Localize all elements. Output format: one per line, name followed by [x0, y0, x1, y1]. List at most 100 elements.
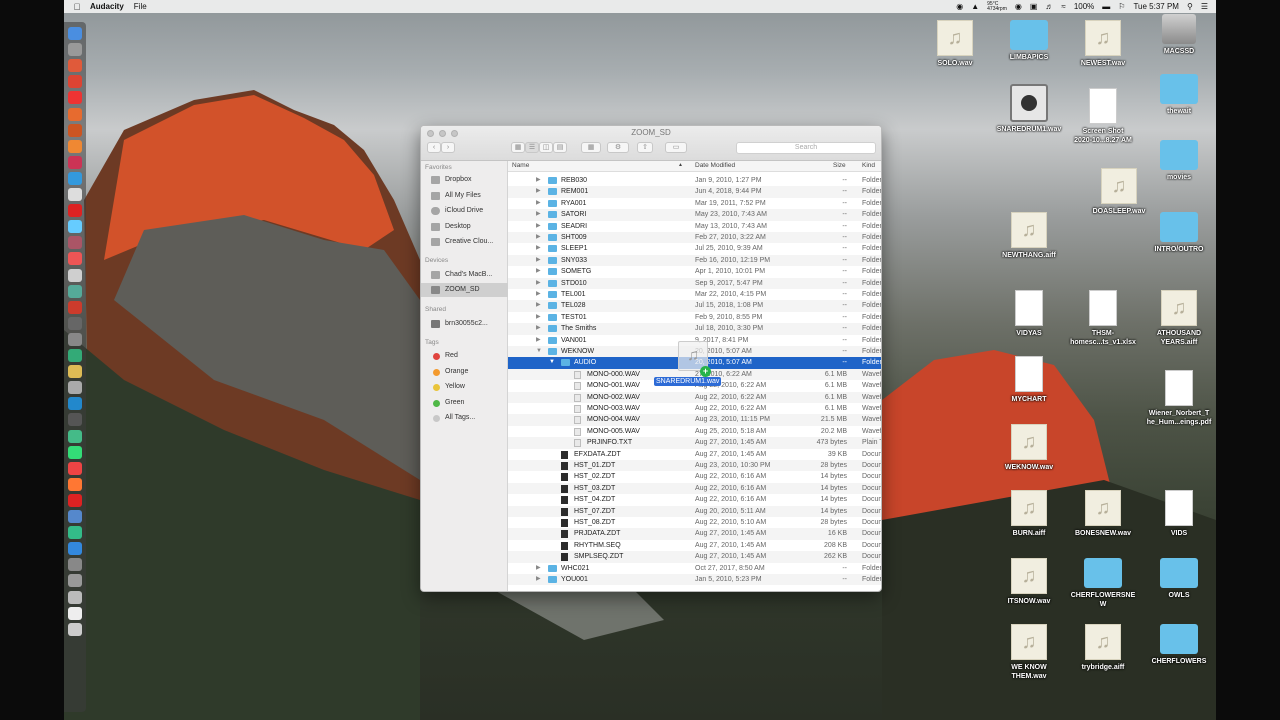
file-row[interactable]: HST_08.ZDT Aug 22, 2010, 5:10 AM 28 bytes D… [508, 517, 881, 528]
disclosure-closed-icon[interactable]: ▶ [536, 186, 541, 197]
clock[interactable]: Tue 5:37 PM [1133, 2, 1179, 11]
desktop-icon-item[interactable]: Wiener_Norbert_T he_Hum...eings.pdf [1134, 370, 1216, 427]
desktop-icon-item[interactable]: ♫ NEWTHANG.aiff [984, 212, 1074, 260]
dock-app-icon[interactable] [68, 526, 82, 540]
dock-app-icon[interactable] [68, 622, 82, 636]
desktop-icon-item[interactable]: ♫ DOASLEEP.wav [1074, 168, 1164, 216]
dock-app-icon[interactable] [68, 284, 82, 298]
file-row[interactable]: ▶ SATORI May 23, 2010, 7:43 AM -- Folder [508, 209, 881, 221]
dock-app-icon[interactable] [68, 493, 82, 507]
disclosure-closed-icon[interactable]: ▶ [536, 289, 541, 300]
app-menu[interactable]: Audacity [90, 2, 124, 11]
dock-app-icon[interactable] [68, 542, 82, 556]
file-row[interactable]: ▶ TEST01 Feb 9, 2010, 8:55 PM -- Folder [508, 312, 881, 323]
wifi-icon[interactable]: ≈ [1061, 2, 1065, 11]
file-row[interactable]: EFXDATA.ZDT Aug 27, 2010, 1:45 AM 39 KB Doc… [508, 449, 881, 460]
disclosure-closed-icon[interactable]: ▶ [536, 255, 541, 266]
file-row[interactable]: ▶ WHC021 Oct 27, 2017, 8:50 AM -- Folder [508, 563, 881, 574]
sidebar-item-dropbox[interactable]: Dropbox [421, 173, 508, 187]
battery-icon[interactable]: ▬ [1102, 2, 1110, 11]
desktop-icon-item[interactable]: MYCHART [984, 356, 1074, 404]
dock-app-icon[interactable] [68, 397, 82, 411]
sidebar-tag-yellow[interactable]: Yellow [421, 380, 508, 394]
file-row[interactable]: PRJINFO.TXT Aug 27, 2010, 1:45 AM 473 byte… [508, 437, 881, 449]
file-row[interactable]: RHYTHM.SEQ Aug 27, 2010, 1:45 AM 208 KB Doc… [508, 540, 881, 551]
disclosure-closed-icon[interactable]: ▶ [536, 221, 541, 232]
column-view-button[interactable]: ◫ [539, 142, 553, 153]
file-row[interactable]: SMPLSEQ.ZDT Aug 27, 2010, 1:45 AM 262 KB Do… [508, 551, 881, 563]
sidebar-item-creative-cloud[interactable]: Creative Clou... [421, 235, 508, 249]
dock-app-icon[interactable] [68, 477, 82, 491]
sidebar-item-shared-printer[interactable]: brn30055c2... [421, 317, 508, 331]
dock-app-icon[interactable] [68, 91, 82, 105]
dock-app-icon[interactable] [68, 43, 82, 57]
file-row[interactable]: ▶ SNY033 Feb 16, 2010, 12:19 PM -- Folder [508, 254, 881, 267]
disclosure-closed-icon[interactable]: ▶ [536, 312, 541, 323]
disclosure-closed-icon[interactable]: ▶ [536, 323, 541, 334]
dock-app-icon[interactable] [68, 413, 82, 427]
dock-app-icon[interactable] [68, 252, 82, 266]
sidebar-tag-orange[interactable]: Orange [421, 365, 508, 379]
dock-app-icon[interactable] [68, 75, 82, 89]
forward-button[interactable]: › [441, 142, 455, 153]
dock-app-icon[interactable] [68, 574, 82, 588]
file-row[interactable]: ▶ REB030 Jan 9, 2010, 1:27 PM -- Folder [508, 175, 881, 186]
file-row[interactable]: HST_03.ZDT Aug 22, 2010, 6:16 AM 14 bytes D… [508, 482, 881, 495]
dock-app-icon[interactable] [68, 606, 82, 620]
search-input[interactable]: Search [736, 142, 876, 154]
disclosure-closed-icon[interactable]: ▶ [536, 278, 541, 289]
dock-app-icon[interactable] [68, 236, 82, 250]
file-row[interactable]: HST_01.ZDT Aug 23, 2010, 10:30 PM 28 bytes… [508, 460, 881, 472]
dock-app-icon[interactable] [68, 461, 82, 475]
notification-center-icon[interactable]: ☰ [1201, 2, 1208, 11]
sidebar-tag-red[interactable]: Red [421, 349, 508, 363]
file-row[interactable]: ▶ The Smiths Jul 18, 2010, 3:30 PM -- Folder [508, 323, 881, 335]
arrange-button[interactable]: ▦ [581, 142, 601, 153]
desktop-icon-item[interactable]: INTRO/OUTRO [1134, 212, 1216, 254]
disclosure-closed-icon[interactable]: ▶ [536, 266, 541, 277]
file-row[interactable]: ▶ SHT009 Feb 27, 2010, 3:22 AM -- Folder [508, 232, 881, 244]
disclosure-closed-icon[interactable]: ▶ [536, 198, 541, 209]
title-bar[interactable]: ZOOM_SD ‹ › ▦ ☰ ◫ ▤ ▦ ⚙ ⇧ ▭ Search [421, 126, 881, 161]
disclosure-closed-icon[interactable]: ▶ [536, 175, 541, 186]
dock-app-icon[interactable] [68, 220, 82, 234]
file-row[interactable]: ▶ REM001 Jun 4, 2018, 9:44 PM -- Folder [508, 186, 881, 198]
dock-app-icon[interactable] [68, 332, 82, 346]
sidebar-item-zoom-sd[interactable]: ZOOM_SD [421, 283, 508, 297]
disclosure-closed-icon[interactable]: ▶ [536, 563, 541, 574]
volume-icon[interactable]: ♬ [1045, 2, 1053, 11]
sidebar-item-all-my-files[interactable]: All My Files [421, 189, 508, 203]
back-button[interactable]: ‹ [427, 142, 441, 153]
dock-app-icon[interactable] [68, 155, 82, 169]
disclosure-closed-icon[interactable]: ▶ [536, 243, 541, 254]
file-row[interactable]: MONO-005.WAV Aug 25, 2010, 5:18 AM 20.2 MB… [508, 426, 881, 437]
dock-app-icon[interactable] [68, 365, 82, 379]
dock-app-icon[interactable] [68, 204, 82, 218]
disclosure-closed-icon[interactable]: ▶ [536, 209, 541, 220]
file-row[interactable]: ▶ SEADRI May 13, 2010, 7:43 AM -- Folder [508, 221, 881, 232]
file-row[interactable]: MONO-004.WAV Aug 23, 2010, 11:15 PM 21.5 M… [508, 414, 881, 426]
disclosure-open-icon[interactable]: ▼ [549, 357, 555, 368]
apple-icon[interactable]:  [64, 2, 90, 12]
file-row[interactable]: ▶ TEL028 Jul 15, 2018, 1:08 PM -- Folder [508, 300, 881, 312]
action-gear-button[interactable]: ⚙ [607, 142, 629, 153]
sidebar-tag-all[interactable]: All Tags... [421, 411, 508, 425]
file-row[interactable]: ▶ SOMETG Apr 1, 2010, 10:01 PM -- Folder [508, 266, 881, 277]
cast-icon[interactable]: ▣ [1030, 2, 1038, 11]
disclosure-open-icon[interactable]: ▼ [536, 346, 542, 357]
dock-app-icon[interactable] [68, 445, 82, 459]
dock-app-icon[interactable] [68, 171, 82, 185]
dock-app-icon[interactable] [68, 139, 82, 153]
column-size[interactable]: Size [833, 162, 846, 169]
desktop-icon-item[interactable]: thewait [1134, 74, 1216, 116]
column-name[interactable]: Name [512, 162, 529, 169]
file-menu[interactable]: File [134, 2, 147, 11]
file-row[interactable]: ▶ RYA001 Mar 19, 2011, 7:52 PM -- Folder [508, 198, 881, 209]
desktop-icon-item[interactable]: ♫ WEKNOW.wav [984, 424, 1074, 472]
file-row[interactable]: ▶ STD010 Sep 9, 2017, 5:47 PM -- Folder [508, 277, 881, 289]
file-row[interactable]: MONO-003.WAV Aug 22, 2010, 6:22 AM 6.1 MB W… [508, 403, 881, 414]
file-row[interactable]: MONO-002.WAV Aug 22, 2010, 6:22 AM 6.1 MB W… [508, 391, 881, 403]
sidebar-item-icloud-drive[interactable]: iCloud Drive [421, 204, 508, 218]
column-date[interactable]: Date Modified [695, 162, 735, 169]
file-row[interactable]: HST_02.ZDT Aug 22, 2010, 6:16 AM 14 bytes D… [508, 471, 881, 482]
